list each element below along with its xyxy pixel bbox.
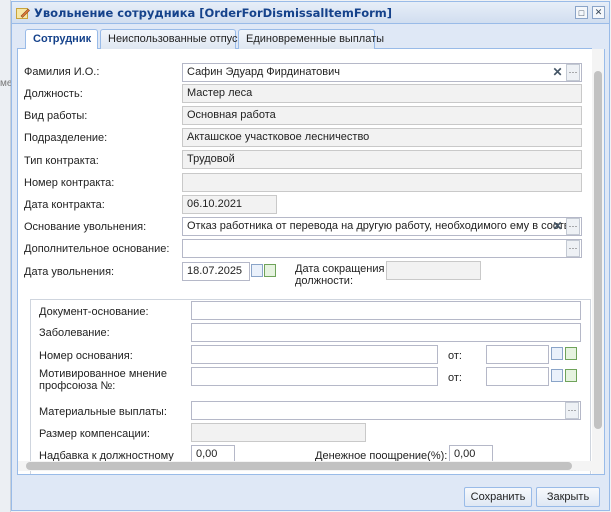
vertical-scroll-thumb[interactable] — [594, 71, 602, 429]
work-type-label: Вид работы: — [24, 110, 88, 122]
save-button[interactable]: Сохранить — [464, 487, 532, 507]
horizontal-scroll-thumb[interactable] — [26, 462, 572, 470]
material-payments-label: Материальные выплаты: — [39, 406, 167, 418]
reduction-date-field — [386, 261, 481, 280]
calendar-icon[interactable] — [251, 264, 263, 277]
position-label: Должность: — [24, 88, 83, 100]
contract-date-field: 06.10.2021 — [182, 195, 277, 214]
reduction-date-label: Дата сокращения должности: — [295, 263, 385, 287]
subdivision-label: Подразделение: — [24, 132, 108, 144]
calendar-plus-icon[interactable] — [565, 347, 577, 360]
tab-employee[interactable]: Сотрудник — [25, 29, 98, 50]
work-type-field: Основная работа — [182, 106, 582, 125]
vertical-scrollbar[interactable] — [592, 49, 604, 474]
fio-field[interactable]: Сафин Эдуард Фирдинатович — [182, 63, 582, 82]
basis-document-label: Документ-основание: — [39, 306, 149, 318]
union-date-label: от: — [448, 372, 462, 384]
edit-form-icon — [16, 7, 30, 19]
window-title: Увольнение сотрудника [OrderForDismissal… — [34, 5, 393, 20]
subdivision-field: Акташское участковое лесничество — [182, 128, 582, 147]
tab-lump-sum-payments[interactable]: Единовременные выплаты — [238, 29, 384, 49]
dismissal-window: Увольнение сотрудника [OrderForDismissal… — [11, 1, 610, 511]
contract-date-label: Дата контракта: — [24, 199, 105, 211]
basis-number-field[interactable] — [191, 345, 438, 364]
background-panel: ме — [0, 0, 11, 512]
clear-icon[interactable]: ✕ — [551, 219, 564, 233]
ellipsis-icon[interactable]: ⋯ — [566, 240, 580, 257]
dismissal-date-label: Дата увольнения: — [24, 266, 115, 278]
horizontal-scrollbar[interactable] — [18, 461, 592, 471]
basis-document-field[interactable] — [191, 301, 581, 320]
background-text: ме — [0, 78, 11, 89]
additional-reason-field[interactable] — [182, 239, 582, 258]
dismissal-reason-field[interactable]: Отказ работника от перевода на другую ра… — [182, 217, 582, 236]
calendar-plus-icon[interactable] — [264, 264, 276, 277]
dismissal-details-group: Документ-основание: Заболевание: Номер о… — [30, 299, 591, 474]
union-opinion-field[interactable] — [191, 367, 438, 386]
ellipsis-icon[interactable]: ⋯ — [566, 64, 580, 81]
dismissal-date-field[interactable]: 18.07.2025 — [182, 262, 250, 281]
restore-icon[interactable]: □ — [575, 6, 588, 19]
contract-number-field — [182, 173, 582, 192]
basis-date-label: от: — [448, 350, 462, 362]
basis-date-field[interactable] — [486, 345, 549, 364]
disease-field[interactable] — [191, 323, 581, 342]
title-bar[interactable]: Увольнение сотрудника [OrderForDismissal… — [12, 2, 609, 24]
dismissal-reason-label: Основание увольнения: — [24, 221, 147, 233]
contract-number-label: Номер контракта: — [24, 177, 115, 189]
tab-unused-vacations[interactable]: Неиспользованные отпуска — [100, 29, 249, 49]
position-field: Мастер леса — [182, 84, 582, 103]
clear-icon[interactable]: ✕ — [551, 65, 564, 79]
compensation-label: Размер компенсации: — [39, 428, 150, 440]
close-button[interactable]: Закрыть — [536, 487, 600, 507]
additional-reason-label: Дополнительное основание: — [24, 243, 170, 255]
calendar-plus-icon[interactable] — [565, 369, 577, 382]
disease-label: Заболевание: — [39, 327, 110, 339]
compensation-field — [191, 423, 366, 442]
union-opinion-label: Мотивированное мнение профсоюза №: — [39, 368, 167, 392]
material-payments-field[interactable] — [191, 401, 581, 420]
ellipsis-icon[interactable]: ⋯ — [566, 218, 580, 235]
close-icon[interactable]: ✕ — [592, 6, 605, 19]
contract-type-field: Трудовой — [182, 150, 582, 169]
contract-type-label: Тип контракта: — [24, 155, 99, 167]
tab-strip: Сотрудник Неиспользованные отпуска Едино… — [17, 28, 592, 50]
calendar-icon[interactable] — [551, 347, 563, 360]
fio-label: Фамилия И.О.: — [24, 66, 100, 78]
calendar-icon[interactable] — [551, 369, 563, 382]
basis-number-label: Номер основания: — [39, 350, 133, 362]
ellipsis-icon[interactable]: ⋯ — [565, 402, 579, 419]
union-date-field[interactable] — [486, 367, 549, 386]
tab-panel-employee: Фамилия И.О.: Сафин Эдуард Фирдинатович … — [17, 49, 605, 475]
